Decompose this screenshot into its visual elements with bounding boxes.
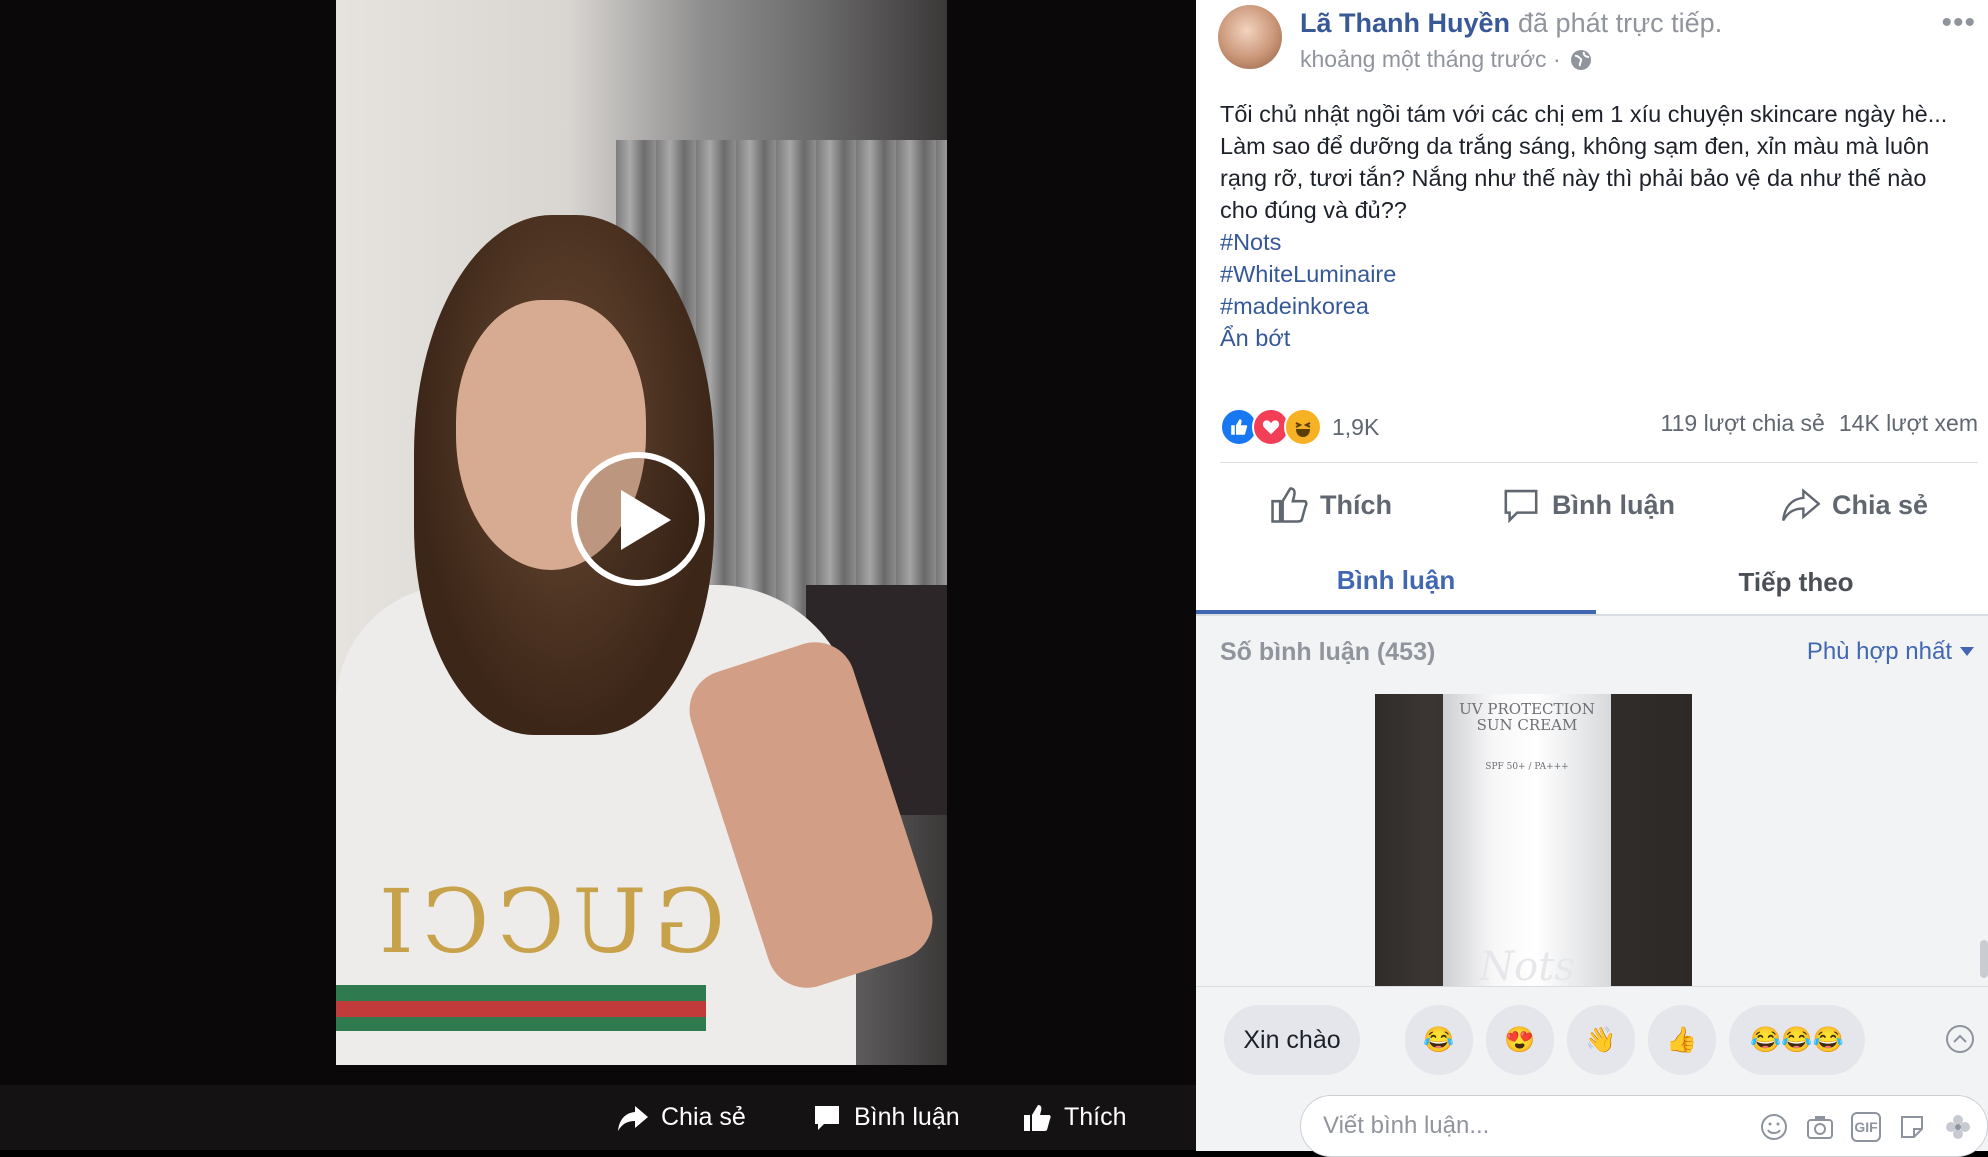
like-label: Thích	[1320, 489, 1392, 520]
quick-reply-chip[interactable]: 👋	[1567, 1005, 1635, 1075]
video-comment-button[interactable]: Bình luận	[812, 1085, 960, 1150]
post-timestamp: khoảng một tháng trước ·	[1300, 46, 1593, 73]
product-label: SPF 50+ / PA+++	[1485, 762, 1569, 772]
chevron-up-icon[interactable]	[1946, 1025, 1974, 1053]
video-like-label: Thích	[1064, 1103, 1127, 1131]
share-label: Chia sẻ	[1832, 489, 1929, 520]
comment-placeholder: Viết bình luận...	[1323, 1112, 1490, 1139]
quick-reply-chip[interactable]: 👍	[1648, 1005, 1716, 1075]
video-share-button[interactable]: Chia sẻ	[617, 1085, 746, 1150]
sticker-icon[interactable]	[1897, 1112, 1927, 1142]
thumbs-up-icon	[1271, 487, 1308, 523]
comment-bubble-icon	[1504, 489, 1538, 524]
video-action-bar: Chia sẻ Bình luận Thích	[0, 1085, 1196, 1150]
product-brand: Nots	[1479, 944, 1575, 986]
comments-list[interactable]: Số bình luận (453) Phù hợp nhất UV PROTE…	[1196, 616, 1988, 986]
hashtag-link[interactable]: #madeinkorea	[1220, 290, 1960, 322]
play-icon	[621, 490, 671, 550]
post-header: Lã Thanh Huyền đã phát trực tiếp.	[1300, 8, 1722, 39]
comment-button[interactable]: Bình luận	[1502, 480, 1675, 530]
divider	[1220, 462, 1978, 463]
share-arrow-icon	[618, 1105, 648, 1131]
shirt-stripe	[336, 1001, 706, 1017]
avatar[interactable]	[1218, 5, 1282, 69]
hashtag-link[interactable]: #Nots	[1220, 226, 1960, 258]
quick-reply-chip[interactable]: Xin chào	[1224, 1005, 1360, 1075]
shirt-stripe	[336, 1017, 706, 1031]
post-body: Tối chủ nhật ngồi tám với các chị em 1 x…	[1220, 98, 1960, 354]
globe-icon	[1570, 49, 1591, 70]
see-less-link[interactable]: Ẩn bớt	[1220, 322, 1960, 354]
caret-down-icon	[1960, 647, 1974, 656]
more-options-icon[interactable]: •••	[1941, 6, 1976, 40]
tab-next[interactable]: Tiếp theo	[1596, 550, 1988, 614]
reaction-count: 1,9K	[1332, 413, 1380, 440]
comment-sort-label: Phù hợp nhất	[1806, 638, 1952, 665]
shirt-logo-text: GUCCI	[371, 870, 725, 973]
camera-icon[interactable]	[1805, 1112, 1835, 1142]
post-stats: 119 lượt chia sẻ 14K lượt xem	[1661, 410, 1978, 437]
shirt-stripe	[336, 985, 706, 1001]
share-button[interactable]: Chia sẻ	[1782, 480, 1928, 530]
comment-input-tools: GIF	[1759, 1112, 1973, 1142]
video-player[interactable]: GUCCI Chia sẻ Bình luận Thích	[0, 0, 1196, 1150]
comment-input[interactable]: Viết bình luận... GIF	[1300, 1095, 1988, 1157]
thumbs-up-icon	[1024, 1104, 1051, 1131]
like-button[interactable]: Thích	[1270, 480, 1392, 530]
reaction-summary[interactable]: 1,9K	[1220, 408, 1379, 446]
post-text: Tối chủ nhật ngồi tám với các chị em 1 x…	[1220, 101, 1948, 223]
video-like-button[interactable]: Thích	[1022, 1085, 1127, 1150]
product-tube: UV PROTECTION SUN CREAM SPF 50+ / PA+++ …	[1443, 694, 1611, 986]
share-count[interactable]: 119 lượt chia sẻ	[1661, 410, 1825, 437]
haha-reaction-icon	[1284, 408, 1322, 446]
comment-bubble-icon	[815, 1105, 839, 1130]
tab-comments[interactable]: Bình luận	[1196, 550, 1596, 614]
emoji-icon[interactable]	[1759, 1112, 1789, 1142]
post-side-panel: Lã Thanh Huyền đã phát trực tiếp. khoảng …	[1196, 0, 1988, 1157]
play-button[interactable]	[571, 452, 705, 586]
share-arrow-icon	[1782, 488, 1820, 522]
comment-label: Bình luận	[1552, 489, 1675, 520]
view-count: 14K lượt xem	[1838, 410, 1978, 436]
quick-reply-chip[interactable]: 😍	[1486, 1005, 1554, 1075]
video-comment-label: Bình luận	[854, 1103, 960, 1131]
quick-reply-chip[interactable]: 😂😂😂	[1729, 1005, 1865, 1075]
author-action: đã phát trực tiếp.	[1518, 8, 1723, 38]
product-label: SUN CREAM	[1476, 716, 1578, 734]
flower-sticker-icon[interactable]	[1943, 1112, 1973, 1142]
gif-icon[interactable]: GIF	[1851, 1112, 1881, 1142]
author-name[interactable]: Lã Thanh Huyền	[1300, 8, 1510, 38]
video-share-label: Chia sẻ	[661, 1103, 746, 1131]
comment-composer: Xin chào 😂 😍 👋 👍 😂😂😂 Viết bình luận... G…	[1196, 986, 1988, 1157]
comments-scrollbar[interactable]	[1980, 940, 1988, 978]
hashtag-link[interactable]: #WhiteLuminaire	[1220, 258, 1960, 290]
comment-count: Số bình luận (453)	[1220, 638, 1436, 666]
timestamp-text[interactable]: khoảng một tháng trước ·	[1300, 46, 1561, 73]
comment-image[interactable]: UV PROTECTION SUN CREAM SPF 50+ / PA+++ …	[1375, 694, 1692, 986]
comment-sort-dropdown[interactable]: Phù hợp nhất	[1807, 638, 1974, 666]
quick-reply-chip[interactable]: 😂	[1405, 1005, 1473, 1075]
